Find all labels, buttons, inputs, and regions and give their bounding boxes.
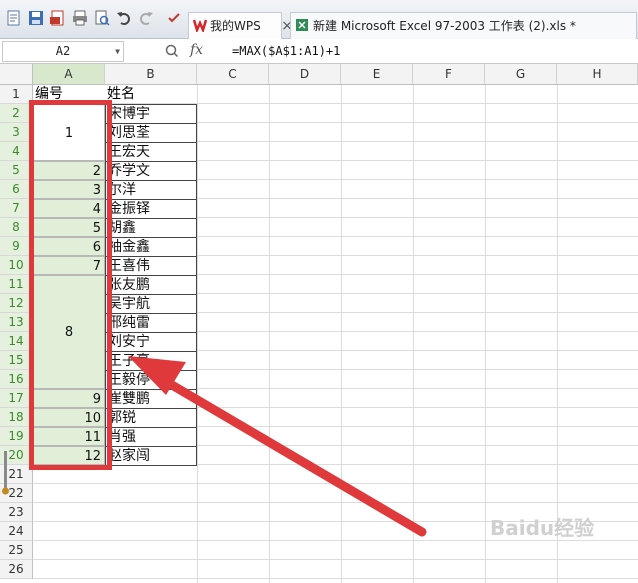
scroll-handle[interactable] (2, 451, 9, 496)
watermark: Baidu经验 (490, 516, 595, 540)
pointer-arrow (128, 356, 427, 537)
